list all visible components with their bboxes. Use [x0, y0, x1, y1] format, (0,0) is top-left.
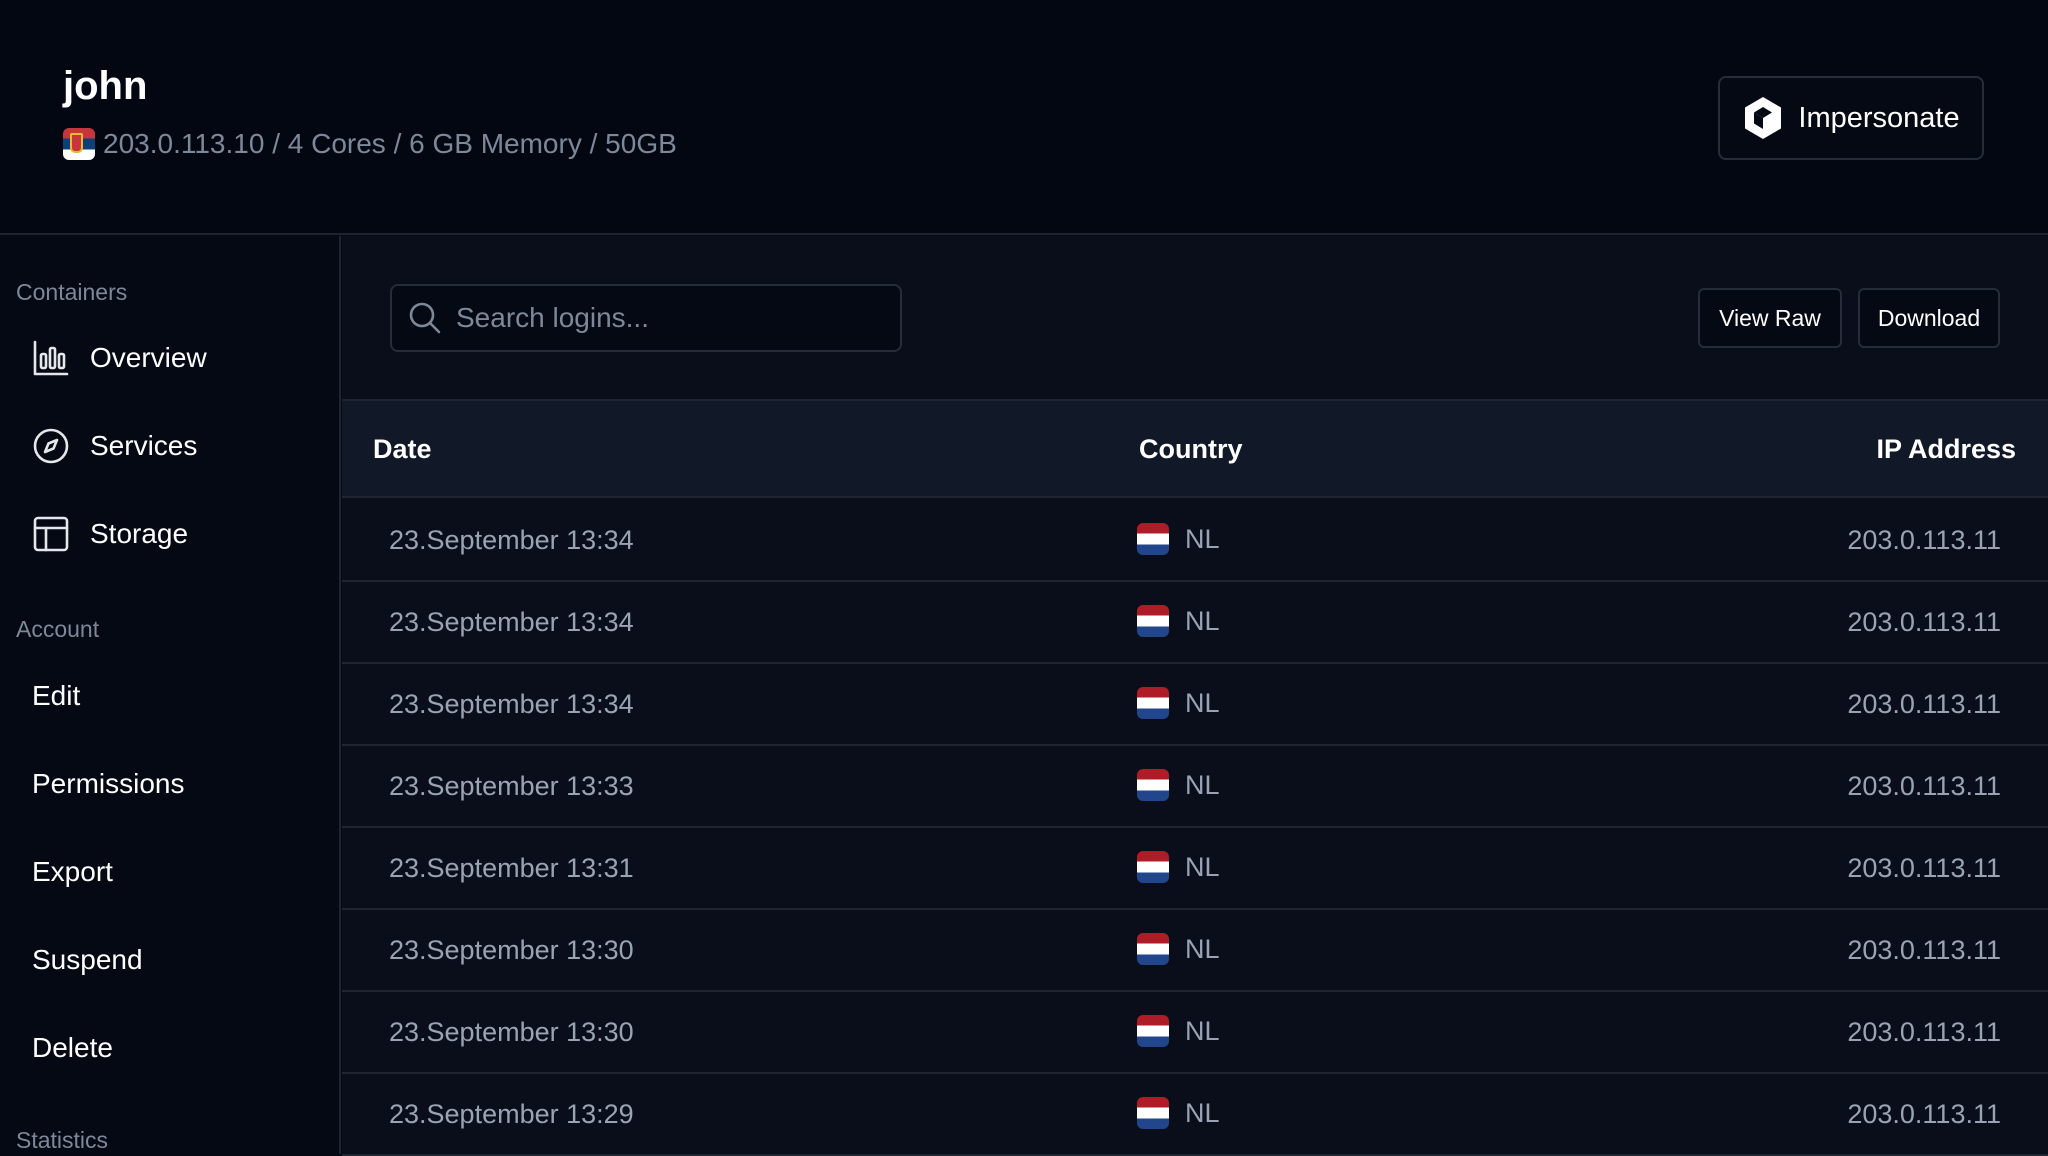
- country-code: NL: [1185, 769, 1220, 800]
- sidebar-item-label: Suspend: [32, 944, 143, 975]
- netherlands-flag-icon: [1137, 605, 1169, 637]
- cell-ip-address: 203.0.113.11: [1847, 1099, 2001, 1129]
- country-code: NL: [1185, 523, 1220, 554]
- impersonate-button[interactable]: Impersonate: [1718, 76, 1984, 160]
- cell-country: NL: [1137, 1097, 1220, 1129]
- bar-chart-icon: [33, 340, 69, 376]
- sidebar-item-label: Export: [32, 856, 113, 887]
- table-row[interactable]: 23.September 13:31 NL 203.0.113.11: [342, 828, 2048, 910]
- cell-date: 23.September 13:29: [389, 1099, 634, 1129]
- cell-ip-address: 203.0.113.11: [1847, 853, 2001, 883]
- netherlands-flag-icon: [1137, 851, 1169, 883]
- table-row[interactable]: 23.September 13:34 NL 203.0.113.11: [342, 582, 2048, 664]
- cell-ip-address: 203.0.113.11: [1847, 771, 2001, 801]
- column-header-ip-address[interactable]: IP Address: [1876, 434, 2016, 465]
- table-row[interactable]: 23.September 13:30 NL 203.0.113.11: [342, 992, 2048, 1074]
- cell-country: NL: [1137, 1015, 1220, 1047]
- country-code: NL: [1185, 933, 1220, 964]
- country-code: NL: [1185, 1015, 1220, 1046]
- sidebar-item-services[interactable]: Services: [32, 424, 197, 468]
- cell-country: NL: [1137, 687, 1220, 719]
- sidebar-item-label: Delete: [32, 1032, 113, 1063]
- view-raw-button[interactable]: View Raw: [1698, 288, 1842, 348]
- cell-country: NL: [1137, 851, 1220, 883]
- page-header: john 203.0.113.10 / 4 Cores / 6 GB Memor…: [0, 0, 2048, 235]
- cell-country: NL: [1137, 605, 1220, 637]
- sidebar-item-label: Services: [90, 430, 198, 461]
- compass-icon: [33, 428, 69, 464]
- cell-country: NL: [1137, 769, 1220, 801]
- netherlands-flag-icon: [1137, 523, 1169, 555]
- serbia-flag-icon: [63, 128, 95, 160]
- sidebar-item-label: Storage: [90, 518, 189, 549]
- cell-date: 23.September 13:34: [389, 525, 634, 555]
- table-row[interactable]: 23.September 13:34 NL 203.0.113.11: [342, 500, 2048, 582]
- cell-ip-address: 203.0.113.11: [1847, 935, 2001, 965]
- column-header-country[interactable]: Country: [1139, 434, 1243, 465]
- sidebar-item-edit[interactable]: Edit: [32, 674, 80, 718]
- section-label-statistics: Statistics: [16, 1127, 109, 1153]
- cell-ip-address: 203.0.113.11: [1847, 525, 2001, 555]
- netherlands-flag-icon: [1137, 933, 1169, 965]
- netherlands-flag-icon: [1137, 1097, 1169, 1129]
- country-code: NL: [1185, 687, 1220, 718]
- country-code: NL: [1185, 851, 1220, 882]
- section-label-containers: Containers: [16, 279, 128, 305]
- cell-date: 23.September 13:30: [389, 1017, 634, 1047]
- cell-date: 23.September 13:34: [389, 689, 634, 719]
- user-name: john: [63, 64, 148, 108]
- section-label-account: Account: [16, 616, 100, 642]
- server-info-text: 203.0.113.10 / 4 Cores / 6 GB Memory / 5…: [103, 128, 677, 159]
- sidebar-item-overview[interactable]: Overview: [32, 336, 207, 380]
- search-input[interactable]: [456, 302, 876, 334]
- table-row[interactable]: 23.September 13:33 NL 203.0.113.11: [342, 746, 2048, 828]
- search-icon: [409, 302, 441, 334]
- impersonate-label: Impersonate: [1798, 101, 1960, 134]
- netherlands-flag-icon: [1137, 769, 1169, 801]
- netherlands-flag-icon: [1137, 1015, 1169, 1047]
- cell-ip-address: 203.0.113.11: [1847, 607, 2001, 637]
- table-row[interactable]: 23.September 13:29 NL 203.0.113.11: [342, 1074, 2048, 1156]
- sidebar-item-suspend[interactable]: Suspend: [32, 938, 143, 982]
- download-button[interactable]: Download: [1858, 288, 2000, 348]
- sidebar-item-label: Edit: [32, 680, 81, 711]
- sidebar-item-permissions[interactable]: Permissions: [32, 762, 184, 806]
- table-layout-icon: [33, 516, 69, 552]
- cell-date: 23.September 13:33: [389, 771, 634, 801]
- sidebar-item-storage[interactable]: Storage: [32, 512, 188, 556]
- country-code: NL: [1185, 1097, 1220, 1128]
- cell-country: NL: [1137, 523, 1220, 555]
- logins-panel: View Raw Download Date Country IP Addres…: [342, 236, 2048, 1156]
- table-row[interactable]: 23.September 13:34 NL 203.0.113.11: [342, 664, 2048, 746]
- sidebar-item-export[interactable]: Export: [32, 850, 113, 894]
- cell-date: 23.September 13:34: [389, 607, 634, 637]
- search-box[interactable]: [390, 284, 902, 352]
- sidebar-item-delete[interactable]: Delete: [32, 1026, 113, 1070]
- sidebar-item-label: Overview: [90, 342, 207, 373]
- sidebar-item-label: Permissions: [32, 768, 185, 799]
- cell-date: 23.September 13:31: [389, 853, 634, 883]
- cell-ip-address: 203.0.113.11: [1847, 689, 2001, 719]
- server-info: 203.0.113.10 / 4 Cores / 6 GB Memory / 5…: [63, 128, 677, 160]
- cell-country: NL: [1137, 933, 1220, 965]
- column-header-date[interactable]: Date: [373, 434, 432, 465]
- cell-date: 23.September 13:30: [389, 935, 634, 965]
- netherlands-flag-icon: [1137, 687, 1169, 719]
- sidebar: Containers Overview Services Storage Acc…: [0, 236, 341, 1154]
- country-code: NL: [1185, 605, 1220, 636]
- cube-icon: [1745, 97, 1782, 139]
- table-row[interactable]: 23.September 13:30 NL 203.0.113.11: [342, 910, 2048, 992]
- table-header: Date Country IP Address: [342, 401, 2048, 498]
- cell-ip-address: 203.0.113.11: [1847, 1017, 2001, 1047]
- toolbar: View Raw Download: [342, 236, 2048, 401]
